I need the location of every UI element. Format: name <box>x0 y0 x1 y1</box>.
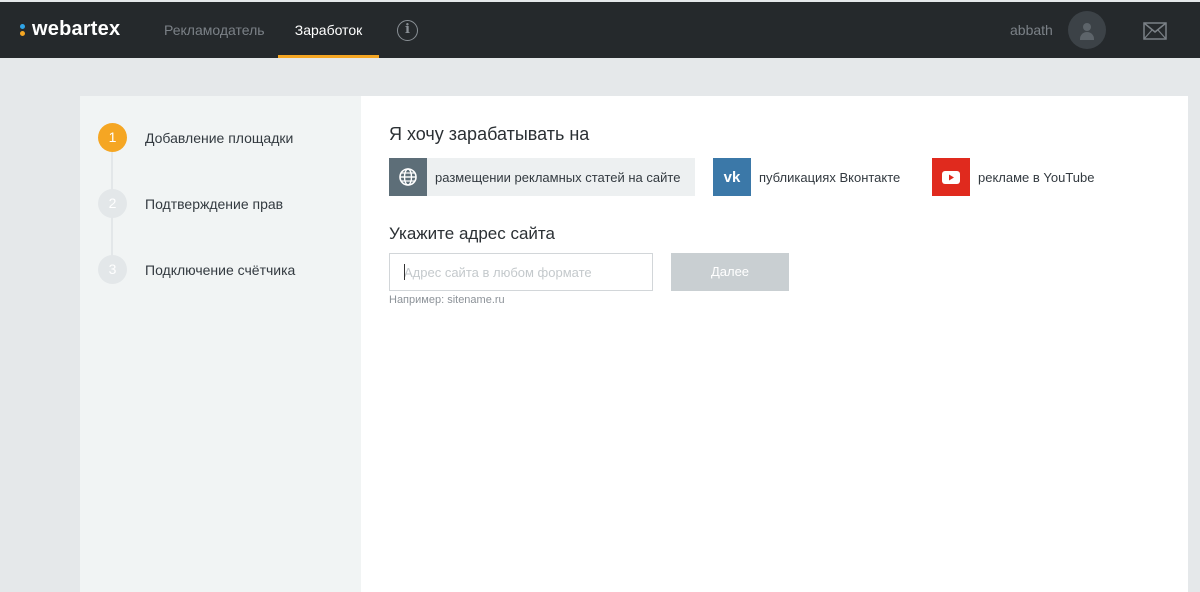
nav-advertiser[interactable]: Рекламодатель <box>164 2 265 58</box>
step-number: 2 <box>98 189 127 218</box>
address-heading: Укажите адрес сайта <box>389 224 555 243</box>
option-youtube[interactable]: рекламе в YouTube <box>932 158 1095 196</box>
steps-sidebar: 1 Добавление площадки 2 Подтверждение пр… <box>80 96 361 592</box>
step-connect-counter[interactable]: 3 Подключение счётчика <box>98 255 295 284</box>
step-number: 1 <box>98 123 127 152</box>
logo-text: webartex <box>32 18 121 40</box>
step-label: Подключение счётчика <box>145 261 296 278</box>
next-button[interactable]: Далее <box>671 253 789 291</box>
envelope-icon[interactable] <box>1143 22 1167 40</box>
vk-icon: vk <box>713 158 751 196</box>
option-label: размещении рекламных статей на сайте <box>435 169 681 185</box>
option-label: публикациях Вконтакте <box>759 169 901 185</box>
globe-icon <box>389 158 427 196</box>
info-circle-icon[interactable]: i <box>397 20 418 41</box>
step-number: 3 <box>98 255 127 284</box>
content-card: 1 Добавление площадки 2 Подтверждение пр… <box>80 96 1188 592</box>
user-avatar-icon[interactable] <box>1068 11 1106 49</box>
step-label: Подтверждение прав <box>145 195 284 212</box>
text-caret <box>404 264 405 280</box>
nav-earnings[interactable]: Заработок <box>278 2 379 58</box>
step-label: Добавление площадки <box>145 129 294 146</box>
page-title: Я хочу зарабатывать на <box>389 124 590 144</box>
option-vkontakte[interactable]: vk публикациях Вконтакте <box>713 158 900 196</box>
input-hint: Например: sitename.ru <box>389 294 505 306</box>
youtube-icon <box>932 158 970 196</box>
option-label: рекламе в YouTube <box>978 169 1095 185</box>
site-address-input[interactable] <box>389 253 653 291</box>
username[interactable]: abbath <box>1010 2 1053 58</box>
option-site-articles[interactable]: размещении рекламных статей на сайте <box>389 158 695 196</box>
top-navbar: webartex Рекламодатель Заработок i abbat… <box>0 2 1200 58</box>
step-confirm-rights[interactable]: 2 Подтверждение прав <box>98 189 283 218</box>
logo[interactable]: webartex <box>18 18 120 41</box>
logo-dots-icon <box>18 20 28 40</box>
step-add-site[interactable]: 1 Добавление площадки <box>98 123 293 152</box>
